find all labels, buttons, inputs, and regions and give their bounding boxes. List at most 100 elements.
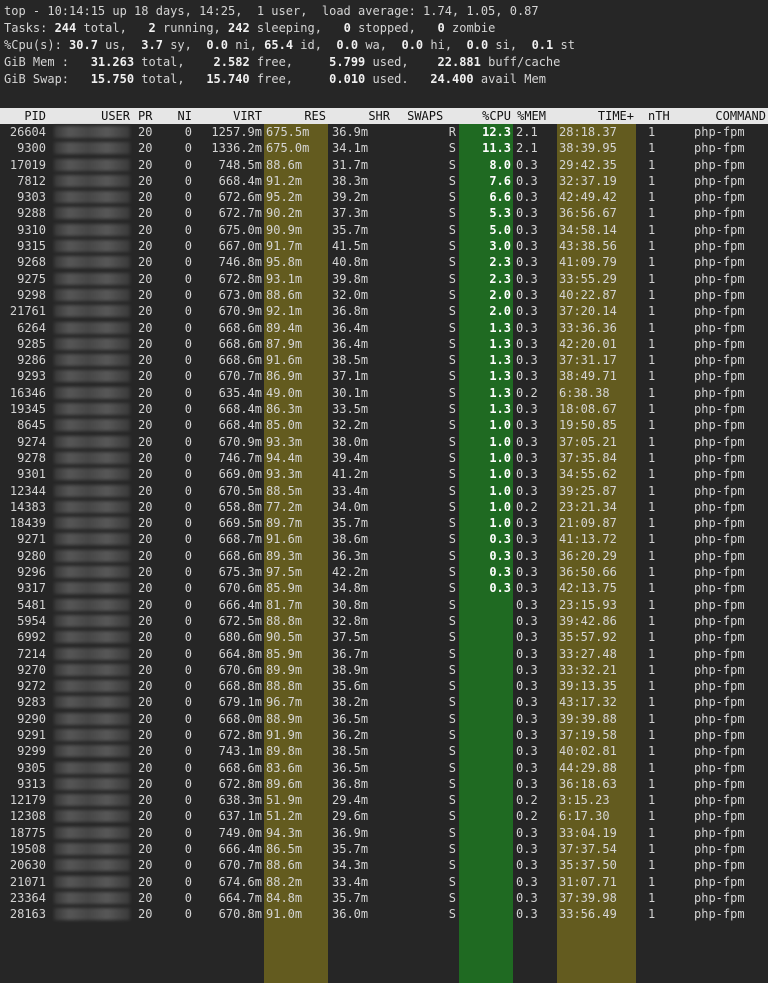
cell-cpu: 0.3 <box>489 548 511 563</box>
cell-mem: 0.3 <box>516 597 538 612</box>
cpu-line: %Cpu(s): 30.7 us, 3.7 sy, 0.0 ni, 65.4 i… <box>4 37 575 54</box>
redacted-user <box>54 435 130 448</box>
cell-state: S <box>448 662 456 677</box>
table-row: 12179 20 0 638.3m 51.9m 29.4m S 0.2 3:15.23 1 php-… <box>0 792 768 808</box>
cell-pr: 20 <box>138 679 153 694</box>
cell-pid: 18775 <box>9 825 46 840</box>
cell-virt: 1336.2m <box>211 141 262 156</box>
cell-mem: 0.3 <box>516 304 538 319</box>
table-row: 9296 20 0 675.3m 97.5m 42.2m S 0.3 0.3 36:50.66 1 p… <box>0 564 768 580</box>
cell-shr: 33.4m <box>332 483 369 498</box>
cell-command: php-fpm <box>694 125 745 139</box>
cell-pr: 20 <box>138 874 153 889</box>
cell-res: 88.9m <box>266 711 303 726</box>
cell-time: 36:50.66 <box>559 565 617 580</box>
cell-ni: 0 <box>184 695 192 710</box>
cell-pid: 21761 <box>9 304 46 319</box>
cell-pr: 20 <box>138 516 153 531</box>
cell-res: 94.4m <box>266 450 303 465</box>
column-header-shr: SHR <box>368 109 390 123</box>
cell-ni: 0 <box>184 206 192 221</box>
cell-pr: 20 <box>138 434 153 449</box>
cell-pid: 19345 <box>9 402 46 417</box>
cell-state: S <box>448 287 456 302</box>
cell-shr: 34.1m <box>332 141 369 156</box>
cell-virt: 668.6m <box>218 548 262 563</box>
cell-nth: 1 <box>648 874 656 889</box>
cell-state: S <box>448 890 456 905</box>
cell-cpu: 1.0 <box>489 499 511 514</box>
cell-ni: 0 <box>184 825 192 840</box>
summary-value: 24.400 <box>430 72 474 86</box>
cell-nth: 1 <box>648 369 656 384</box>
cell-nth: 1 <box>648 385 656 400</box>
cell-virt: 670.9m <box>218 304 262 319</box>
cell-pid: 9299 <box>17 744 46 759</box>
column-header-ni: NI <box>177 109 192 123</box>
cell-pid: 18439 <box>9 516 46 531</box>
summary-label: total, <box>134 72 207 86</box>
cell-time: 32:37.19 <box>559 173 617 188</box>
table-row: 17019 20 0 748.5m 88.6m 31.7m S 8.0 0.3 29:42.35 1… <box>0 157 768 173</box>
cell-pr: 20 <box>138 402 153 417</box>
table-row: 9310 20 0 675.0m 90.9m 35.7m S 5.0 0.3 34:58.14 1 p… <box>0 222 768 238</box>
tasks-line: Tasks: 244 total, 2 running, 242 sleepin… <box>4 20 575 37</box>
cell-pr: 20 <box>138 222 153 237</box>
table-row: 18439 20 0 669.5m 89.7m 35.7m S 1.0 0.3 21:09.87 1… <box>0 515 768 531</box>
cell-virt: 672.8m <box>218 776 262 791</box>
cell-state: S <box>448 516 456 531</box>
cell-res: 675.5m <box>266 125 310 139</box>
cell-pr: 20 <box>138 825 153 840</box>
cell-pid: 12344 <box>9 483 46 498</box>
cell-pr: 20 <box>138 597 153 612</box>
table-row: 9290 20 0 668.0m 88.9m 36.5m S 0.3 39:39.88 1 php-… <box>0 711 768 727</box>
cell-time: 33:36.36 <box>559 320 617 335</box>
cell-shr: 39.2m <box>332 190 369 205</box>
cell-command: php-fpm <box>694 499 745 514</box>
cell-shr: 37.3m <box>332 206 369 221</box>
cell-time: 40:22.87 <box>559 287 617 302</box>
cell-pr: 20 <box>138 581 153 596</box>
cell-nth: 1 <box>648 320 656 335</box>
cell-cpu: 1.0 <box>489 434 511 449</box>
cell-pr: 20 <box>138 287 153 302</box>
cell-virt: 669.5m <box>218 516 262 531</box>
cell-mem: 0.3 <box>516 483 538 498</box>
summary-value: 15.740 <box>206 72 250 86</box>
cell-shr: 36.2m <box>332 727 369 742</box>
redacted-user <box>54 191 130 204</box>
cell-ni: 0 <box>184 776 192 791</box>
cell-time: 39:42.86 <box>559 613 617 628</box>
cell-nth: 1 <box>648 190 656 205</box>
redacted-user <box>54 256 130 269</box>
table-row: 9299 20 0 743.1m 89.8m 38.5m S 0.3 40:02.81 1 php-… <box>0 743 768 759</box>
cell-nth: 1 <box>648 858 656 873</box>
cell-virt: 672.7m <box>218 206 262 221</box>
cell-res: 88.2m <box>266 874 303 889</box>
cell-time: 3:15.23 <box>559 793 610 808</box>
cell-shr: 36.9m <box>332 125 369 139</box>
summary-value: 2 <box>148 21 156 35</box>
cell-time: 37:35.84 <box>559 450 617 465</box>
cell-state: S <box>448 320 456 335</box>
cell-pr: 20 <box>138 711 153 726</box>
cell-virt: 668.6m <box>218 320 262 335</box>
cell-shr: 34.3m <box>332 858 369 873</box>
cell-pr: 20 <box>138 125 153 139</box>
cell-pid: 9305 <box>17 760 46 775</box>
redacted-user <box>54 761 130 774</box>
column-header-virt: VIRT <box>233 109 262 123</box>
column-header-mem: %MEM <box>517 109 546 123</box>
summary-value: 0.0 <box>336 38 359 52</box>
cell-pid: 6992 <box>17 630 46 645</box>
redacted-user <box>54 370 130 383</box>
cell-time: 41:09.79 <box>559 255 617 270</box>
summary-label: zombie <box>444 21 496 35</box>
table-row: 5481 20 0 666.4m 81.7m 30.8m S 0.3 23:15.93 1 php-… <box>0 597 768 613</box>
cell-pr: 20 <box>138 890 153 905</box>
cell-pid: 12308 <box>9 809 46 824</box>
cell-ni: 0 <box>184 532 192 547</box>
cell-virt: 675.3m <box>218 565 262 580</box>
cell-time: 44:29.88 <box>559 760 617 775</box>
cell-nth: 1 <box>648 353 656 368</box>
